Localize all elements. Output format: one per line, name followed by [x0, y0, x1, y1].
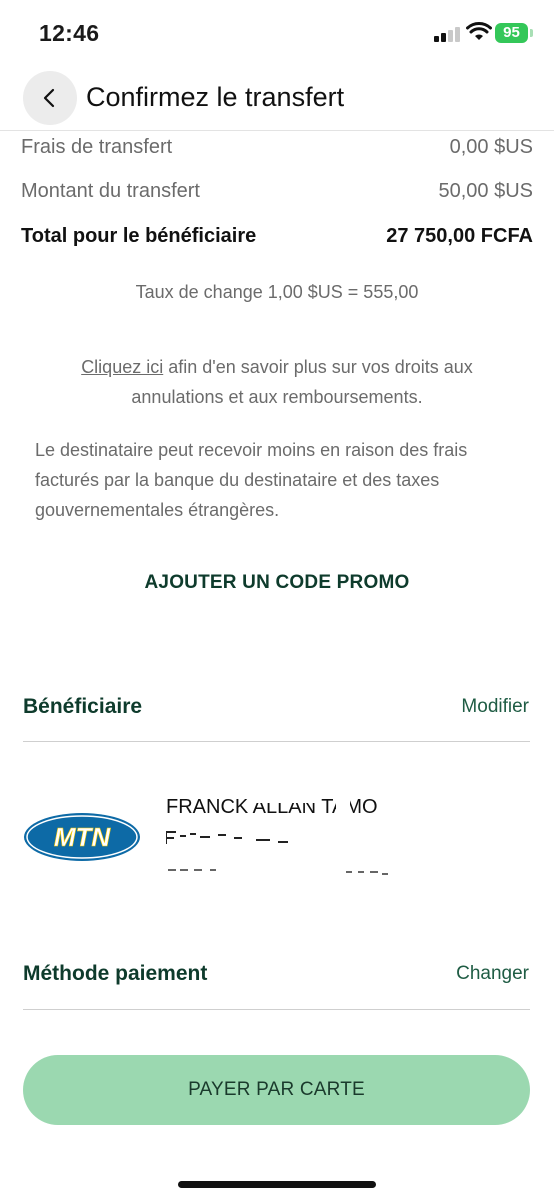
redaction-mark [256, 792, 316, 803]
total-value: 27 750,00 FCFA [386, 225, 533, 247]
refund-info-link[interactable]: Cliquez ici [81, 357, 163, 377]
beneficiary-heading: Bénéficiaire [23, 695, 143, 718]
redaction-mark [336, 794, 350, 822]
transfer-amount-value: 50,00 $US [438, 180, 533, 202]
back-button[interactable] [23, 71, 77, 125]
change-payment-link[interactable]: Changer [456, 963, 529, 985]
exchange-rate: Taux de change 1,00 $US = 555,00 [135, 282, 419, 302]
recipient-detail-redacted [166, 831, 288, 844]
battery-cap [530, 29, 533, 37]
status-time: 12:46 [39, 20, 100, 46]
chevron-left-icon [43, 88, 55, 108]
pay-by-card-button[interactable]: PAYER PAR CARTE [23, 1055, 530, 1125]
add-promo-code-button[interactable]: AJOUTER UN CODE PROMO [0, 572, 554, 594]
transfer-fee-label: Frais de transfert [21, 136, 173, 158]
divider [23, 741, 530, 742]
battery-icon: 95 [495, 23, 528, 43]
mtn-logo-text: MTN [54, 822, 112, 852]
payment-method-heading: Méthode paiement [23, 962, 208, 985]
wifi-icon [466, 22, 492, 40]
edit-beneficiary-link[interactable]: Modifier [461, 696, 529, 718]
refund-info-text: afin d'en savoir plus sur vos droits aux… [131, 357, 473, 407]
transfer-fee-value: 0,00 $US [449, 136, 533, 158]
total-label: Total pour le bénéficiaire [21, 225, 257, 247]
home-indicator [178, 1181, 376, 1188]
mtn-logo: MTN [24, 813, 140, 861]
transfer-amount-label: Montant du transfert [21, 180, 200, 202]
cellular-signal-icon [434, 26, 460, 42]
refund-info: Cliquez ici afin d'en savoir plus sur vo… [60, 352, 494, 412]
header: Confirmez le transfert [0, 66, 554, 131]
recipient-phone-redacted [168, 869, 388, 875]
status-bar: 12:46 95 [0, 0, 554, 66]
fee-disclaimer: Le destinataire peut recevoir moins en r… [35, 440, 468, 520]
divider [23, 1009, 530, 1010]
page-title: Confirmez le transfert [86, 82, 345, 112]
